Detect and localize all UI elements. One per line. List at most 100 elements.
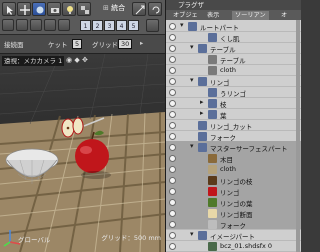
tree-row[interactable]: bcz_01.shdsfx 0 — [166, 240, 301, 252]
tab-other[interactable]: オ — [278, 11, 290, 20]
visibility-toggle-icon[interactable] — [169, 188, 176, 195]
expand-arrow-icon[interactable]: ▸ — [200, 109, 204, 117]
scene-tree: ▾ ルートパート くし肌 ▾ テーブル テーブル cloth ▾ リンゴ うリンゴ ▸ 枝 ▸ 葉リンゴ_… — [166, 20, 301, 252]
tree-row-label: cloth — [220, 165, 237, 173]
layout-3-button[interactable]: 3 — [104, 20, 115, 31]
grid-value-field[interactable]: 30 — [118, 39, 133, 49]
viewport-icons: ◉ ◆ ✥ — [66, 56, 88, 64]
tool-combo-icon: ⊞ — [103, 4, 112, 12]
panel-title-text: プラグザ — [178, 1, 204, 9]
browser-panel: プラグザ オブジェ 表示 ソーリアン オ ▾ ルートパート くし肌 ▾ テーブル テーブル… — [165, 0, 301, 252]
render-tool-icon[interactable] — [32, 2, 46, 16]
visibility-toggle-icon[interactable] — [169, 100, 176, 107]
part-icon — [188, 22, 197, 31]
material-icon — [208, 165, 217, 174]
visibility-toggle-icon[interactable] — [169, 155, 176, 162]
material-icon — [208, 209, 217, 218]
layout-1-button[interactable]: 1 — [80, 20, 91, 31]
snap-face-label: 接続面 — [4, 41, 24, 49]
view-options-bar: 接続面 ケット 5 グリッド 30 ▸ — [0, 35, 165, 54]
grid-label: グリッド — [92, 41, 118, 49]
shape-icon — [208, 66, 217, 75]
visibility-toggle-icon[interactable] — [169, 221, 176, 228]
tree-row-label: bcz_01.shdsfx 0 — [220, 242, 273, 250]
visibility-toggle-icon[interactable] — [169, 166, 176, 173]
material-icon — [208, 154, 217, 163]
visibility-toggle-icon[interactable] — [169, 45, 176, 52]
visibility-toggle-icon[interactable] — [169, 111, 176, 118]
part-icon — [198, 132, 207, 141]
visibility-toggle-icon[interactable] — [169, 133, 176, 140]
visibility-toggle-icon[interactable] — [169, 78, 176, 85]
view-top-icon[interactable] — [30, 19, 42, 31]
view-persp-icon[interactable] — [44, 19, 56, 31]
rotate-tool-icon[interactable] — [148, 2, 162, 16]
part-icon — [198, 231, 207, 240]
part-icon — [198, 44, 207, 53]
ticks-value-field[interactable]: 5 — [72, 39, 83, 49]
view-camera-icon[interactable] — [58, 19, 70, 31]
collapse-arrow-icon[interactable]: ▾ — [190, 43, 194, 51]
collapse-arrow-icon[interactable]: ▾ — [190, 76, 194, 84]
tree-row-label: cloth — [220, 66, 237, 74]
coordinate-space-label: グローバル — [18, 236, 51, 244]
part-icon — [198, 121, 207, 130]
tab-objects[interactable]: オブジェ — [170, 11, 201, 20]
collapse-arrow-icon[interactable]: ▾ — [180, 21, 184, 29]
3d-viewport[interactable]: 遠視：メカカメラ 1 ◉ ◆ ✥ グローバル グリッド：500 mm — [0, 54, 165, 252]
eye-icon[interactable]: ◉ — [66, 56, 72, 64]
viewport-pane: ⊞ 統合 1 2 3 4 5 接続面 ケット 5 グリッド 30 ▸ 遠視：メカ… — [0, 0, 165, 252]
material-icon — [208, 187, 217, 196]
panel-title: プラグザ — [166, 0, 301, 10]
view-front-icon[interactable] — [2, 19, 14, 31]
visibility-toggle-icon[interactable] — [169, 56, 176, 63]
tree-scrollbar[interactable] — [296, 20, 300, 252]
visibility-toggle-icon[interactable] — [169, 122, 176, 129]
tool-combo-label: 統合 — [111, 4, 126, 12]
hand-icon[interactable]: ✥ — [82, 56, 88, 64]
visibility-toggle-icon[interactable] — [169, 210, 176, 217]
grid-toggle-icon[interactable] — [146, 19, 159, 32]
visibility-toggle-icon[interactable] — [169, 199, 176, 206]
scene-render — [0, 54, 165, 252]
part-icon — [198, 143, 207, 152]
collapse-arrow-icon[interactable]: ▾ — [190, 230, 194, 238]
camera-tool-icon[interactable] — [47, 2, 61, 16]
light-tool-icon[interactable] — [62, 2, 76, 16]
select-tool-icon[interactable] — [2, 2, 16, 16]
visibility-toggle-icon[interactable] — [169, 89, 176, 96]
visibility-toggle-icon[interactable] — [169, 144, 176, 151]
visibility-toggle-icon[interactable] — [169, 67, 176, 74]
visibility-toggle-icon[interactable] — [169, 177, 176, 184]
layout-2-button[interactable]: 2 — [92, 20, 103, 31]
expand-arrow-icon[interactable]: ▸ — [200, 98, 204, 106]
collapse-arrow-icon[interactable]: ▾ — [190, 142, 194, 150]
part-icon — [208, 99, 217, 108]
material-icon — [208, 220, 217, 229]
tool-mode-combo[interactable]: ⊞ 統合 — [103, 2, 129, 14]
visibility-toggle-icon[interactable] — [169, 243, 176, 250]
image-icon — [208, 242, 217, 251]
subbar-arrow-icon[interactable]: ▸ — [140, 39, 143, 47]
tab-solution[interactable]: ソーリアン — [232, 11, 269, 20]
grid-size-readout: グリッド：500 mm — [101, 234, 161, 242]
visibility-toggle-icon[interactable] — [169, 34, 176, 41]
ticks-label: ケット — [48, 41, 68, 49]
layout-4-button[interactable]: 4 — [116, 20, 127, 31]
viewport-camera-label[interactable]: 遠視：メカカメラ 1 — [2, 56, 65, 66]
texture-tool-icon[interactable] — [77, 2, 91, 16]
part-icon — [198, 77, 207, 86]
part-icon — [208, 88, 217, 97]
tab-display[interactable]: 表示 — [204, 11, 222, 20]
material-icon — [208, 176, 217, 185]
view-side-icon[interactable] — [16, 19, 28, 31]
layout-5-button[interactable]: 5 — [128, 20, 139, 31]
pin-icon[interactable]: ◆ — [74, 56, 79, 64]
visibility-toggle-icon[interactable] — [169, 232, 176, 239]
material-icon — [208, 198, 217, 207]
move-tool-icon[interactable] — [17, 2, 31, 16]
main-toolbar: ⊞ 統合 1 2 3 4 5 — [0, 0, 165, 35]
visibility-toggle-icon[interactable] — [169, 23, 176, 30]
scale-tool-icon[interactable] — [132, 2, 146, 16]
panel-tabs: オブジェ 表示 ソーリアン オ — [166, 10, 301, 20]
